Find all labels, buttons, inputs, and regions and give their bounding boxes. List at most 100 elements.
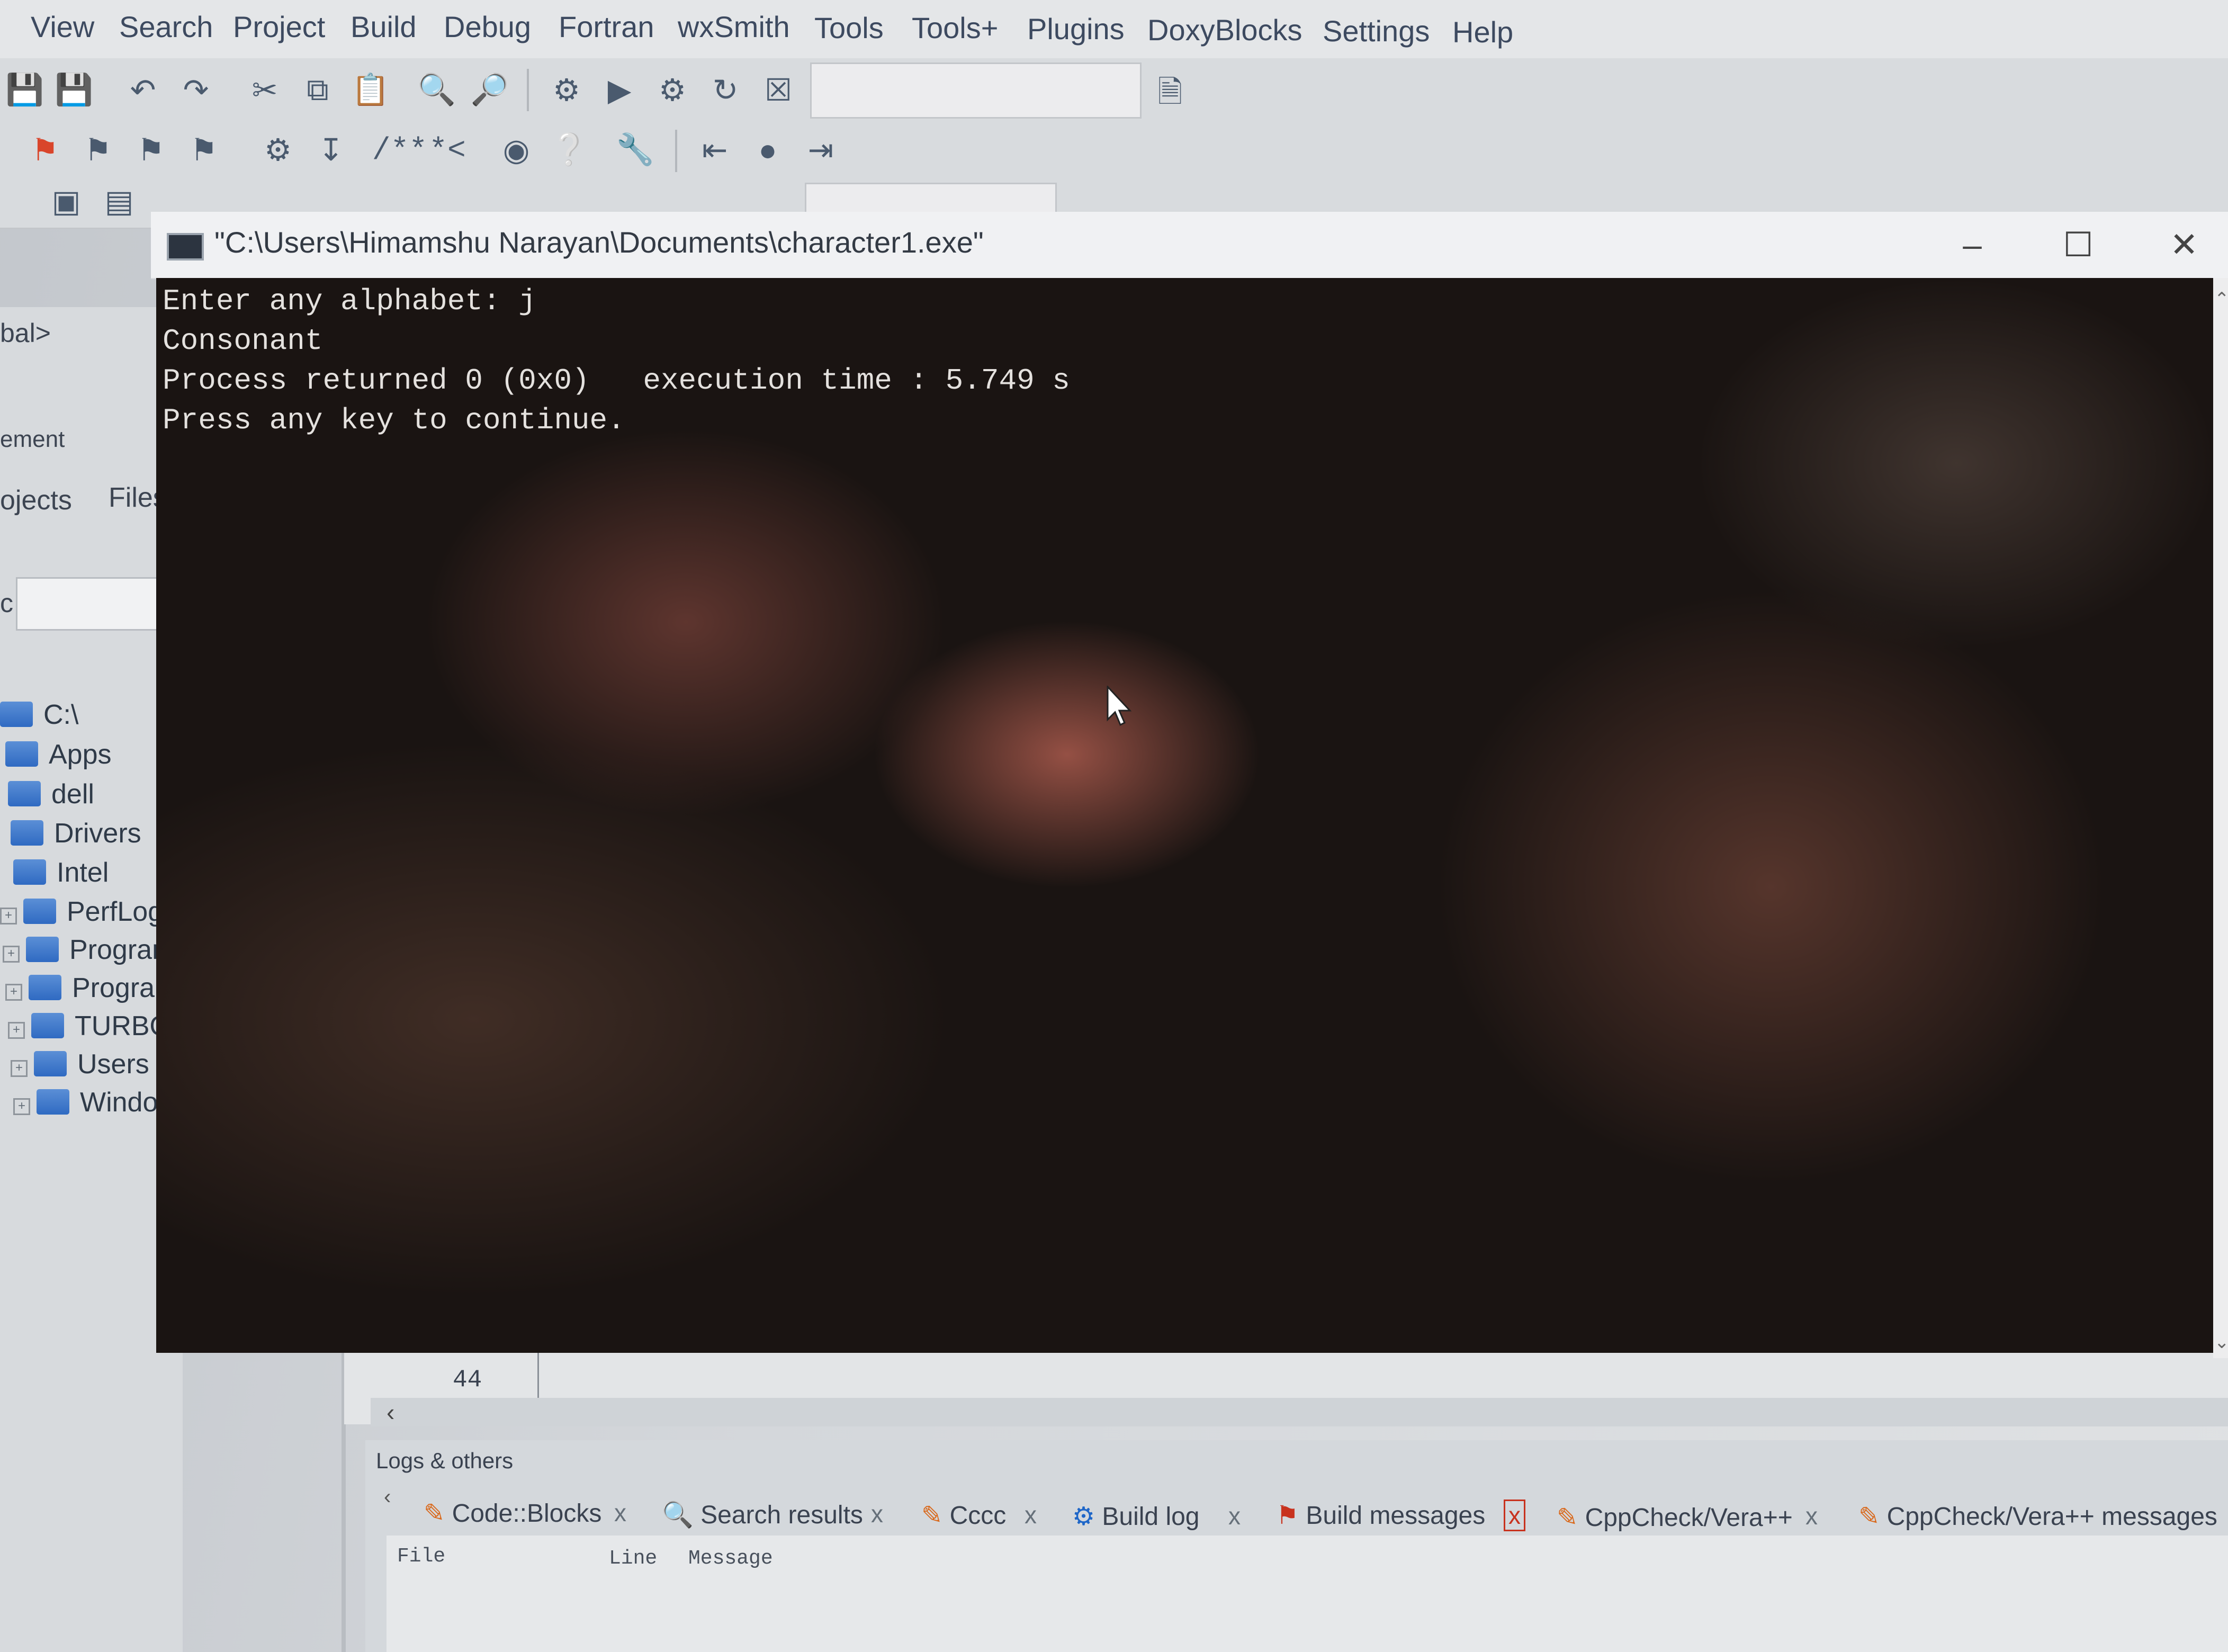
target-options-icon[interactable]: 🗎 [1152,75,1189,114]
menu-debug[interactable]: Debug [444,10,531,44]
menu-help[interactable]: Help [1452,15,1513,49]
tree-item-users[interactable]: + Users [11,1048,149,1080]
console-vertical-scrollbar[interactable]: ⌃ ⌄ [2213,278,2228,1358]
scroll-up-icon[interactable]: ⌃ [2214,289,2228,310]
menu-settings[interactable]: Settings [1323,14,1430,48]
expand-icon[interactable]: + [5,984,22,1001]
debug-icon[interactable]: ⚙ [259,131,297,168]
main-toolbar: 💾 💾 ↶ ↷ ✂ ⧉ 📋 🔍 🔎 ⚙ ▶ ⚙ ↻ ☒ 🗎 [0,58,2228,123]
tree-item-apps[interactable]: Apps [5,739,112,770]
column-header-file[interactable]: File [397,1545,445,1568]
scroll-left-icon[interactable]: ‹ [387,1398,394,1426]
close-icon[interactable]: x [1025,1501,1037,1529]
tab-search-results[interactable]: 🔍 Search results [662,1500,863,1530]
tab-label: Code::Blocks [452,1500,602,1528]
tab-projects[interactable]: ojects [0,484,72,516]
next-bookmark-icon[interactable]: ⚑ [132,131,169,168]
folder-icon [8,781,41,806]
menu-tools-plus[interactable]: Tools+ [912,11,998,45]
folder-icon [26,937,59,962]
clear-bookmarks-icon[interactable]: ⚑ [185,131,222,168]
doc-comment-button[interactable]: /** [372,132,427,169]
undo-icon[interactable]: ↶ [124,71,161,109]
tree-label: Drivers [54,818,141,849]
close-icon[interactable]: x [1805,1502,1818,1530]
close-button[interactable]: ✕ [2158,218,2211,271]
pencil-icon: ✎ [424,1500,445,1528]
save-all-icon[interactable]: 💾 [55,71,93,109]
menu-wxsmith[interactable]: wxSmith [678,10,790,44]
close-icon[interactable]: x [871,1500,883,1528]
toolbar-separator [527,69,529,111]
console-window[interactable]: "C:\Users\Himamshu Narayan\Documents\cha… [151,212,2228,1361]
maximize-button[interactable]: ☐ [2052,218,2105,271]
abort-icon[interactable]: ☒ [760,71,797,109]
expand-icon[interactable]: + [11,1060,28,1077]
build-messages-table: File Line Message [387,1536,2228,1652]
line-comment-button[interactable]: *< [429,132,466,169]
tree-item-intel[interactable]: Intel [13,857,109,888]
folder-icon [5,741,38,767]
breakpoint-icon[interactable]: ● [749,131,786,168]
rebuild-icon[interactable]: ↻ [707,71,744,109]
minimize-button[interactable]: – [1946,218,1999,271]
step-icon[interactable]: ↧ [312,131,349,168]
build-target-dropdown[interactable] [810,62,1142,119]
layout-icon[interactable]: ▣ [48,183,85,220]
save-icon[interactable]: 💾 [6,71,44,109]
close-icon[interactable]: x [614,1498,626,1527]
close-icon[interactable]: x [1504,1500,1525,1531]
search-icon: 🔍 [662,1501,694,1529]
menu-doxyblocks[interactable]: DoxyBlocks [1147,13,1302,47]
column-header-message[interactable]: Message [688,1547,773,1570]
tree-label: Intel [57,857,109,888]
cut-icon[interactable]: ✂ [246,71,283,109]
build-icon[interactable]: ⚙ [548,71,585,109]
tabs-scroll-left-icon[interactable]: ‹ [384,1485,391,1509]
redo-icon[interactable]: ↷ [177,71,214,109]
run-icon[interactable]: ▶ [601,71,638,109]
tab-build-log[interactable]: ⚙ Build log [1072,1502,1200,1531]
menu-view[interactable]: View [31,10,94,44]
find-icon[interactable]: 🔍 [418,71,456,109]
menu-tools[interactable]: Tools [814,11,884,45]
tab-build-messages[interactable]: ⚑ Build messages [1276,1501,1485,1530]
jump-forward-icon[interactable]: ⇥ [802,131,839,168]
folder-icon [37,1089,69,1115]
jump-back-icon[interactable]: ⇤ [696,131,733,168]
menu-build[interactable]: Build [351,10,417,44]
scroll-down-icon[interactable]: ⌄ [2214,1332,2228,1353]
copy-icon[interactable]: ⧉ [299,71,336,109]
console-line-process-returned: Process returned 0 (0x0) execution time … [163,364,1070,398]
prev-bookmark-icon[interactable]: ⚑ [79,131,116,168]
build-and-run-icon[interactable]: ⚙ [654,71,691,109]
expand-icon[interactable]: + [0,908,17,924]
tree-item-drivers[interactable]: Drivers [11,818,141,849]
doxywizard-icon[interactable]: ◉ [498,131,535,168]
column-header-line[interactable]: Line [609,1547,657,1570]
tree-item-dell[interactable]: dell [8,778,94,810]
close-icon[interactable]: x [1228,1502,1241,1530]
editor-horizontal-scrollbar[interactable]: ‹ [371,1398,2228,1426]
expand-icon[interactable]: + [13,1098,30,1115]
sizer-icon[interactable]: ▤ [101,183,138,220]
tab-cppcheck-vera-messages[interactable]: ✎ CppCheck/Vera++ messages [1858,1502,2217,1531]
paste-icon[interactable]: 📋 [352,71,390,109]
menu-plugins[interactable]: Plugins [1027,12,1125,46]
help-icon[interactable]: ❔ [550,131,588,168]
bookmark-icon[interactable]: ⚑ [26,131,64,168]
console-output[interactable]: Enter any alphabet: j Consonant Process … [156,278,2213,1353]
tab-cppcheck-vera[interactable]: ✎ CppCheck/Vera++ [1557,1503,1793,1532]
menu-bar: View Search Project Build Debug Fortran … [0,0,2228,58]
expand-icon[interactable]: + [3,946,20,963]
menu-search[interactable]: Search [119,10,213,44]
menu-project[interactable]: Project [233,10,325,44]
expand-icon[interactable]: + [8,1022,25,1039]
replace-icon[interactable]: 🔎 [471,71,509,109]
tab-codeblocks-log[interactable]: ✎ Code::Blocks [424,1498,601,1528]
tab-cccc[interactable]: ✎ Cccc [921,1501,1006,1530]
tree-item-c-drive[interactable]: C:\ [0,699,78,731]
menu-fortran[interactable]: Fortran [559,10,654,44]
wrench-icon[interactable]: 🔧 [616,131,654,168]
console-titlebar[interactable]: "C:\Users\Himamshu Narayan\Documents\cha… [151,212,2228,279]
